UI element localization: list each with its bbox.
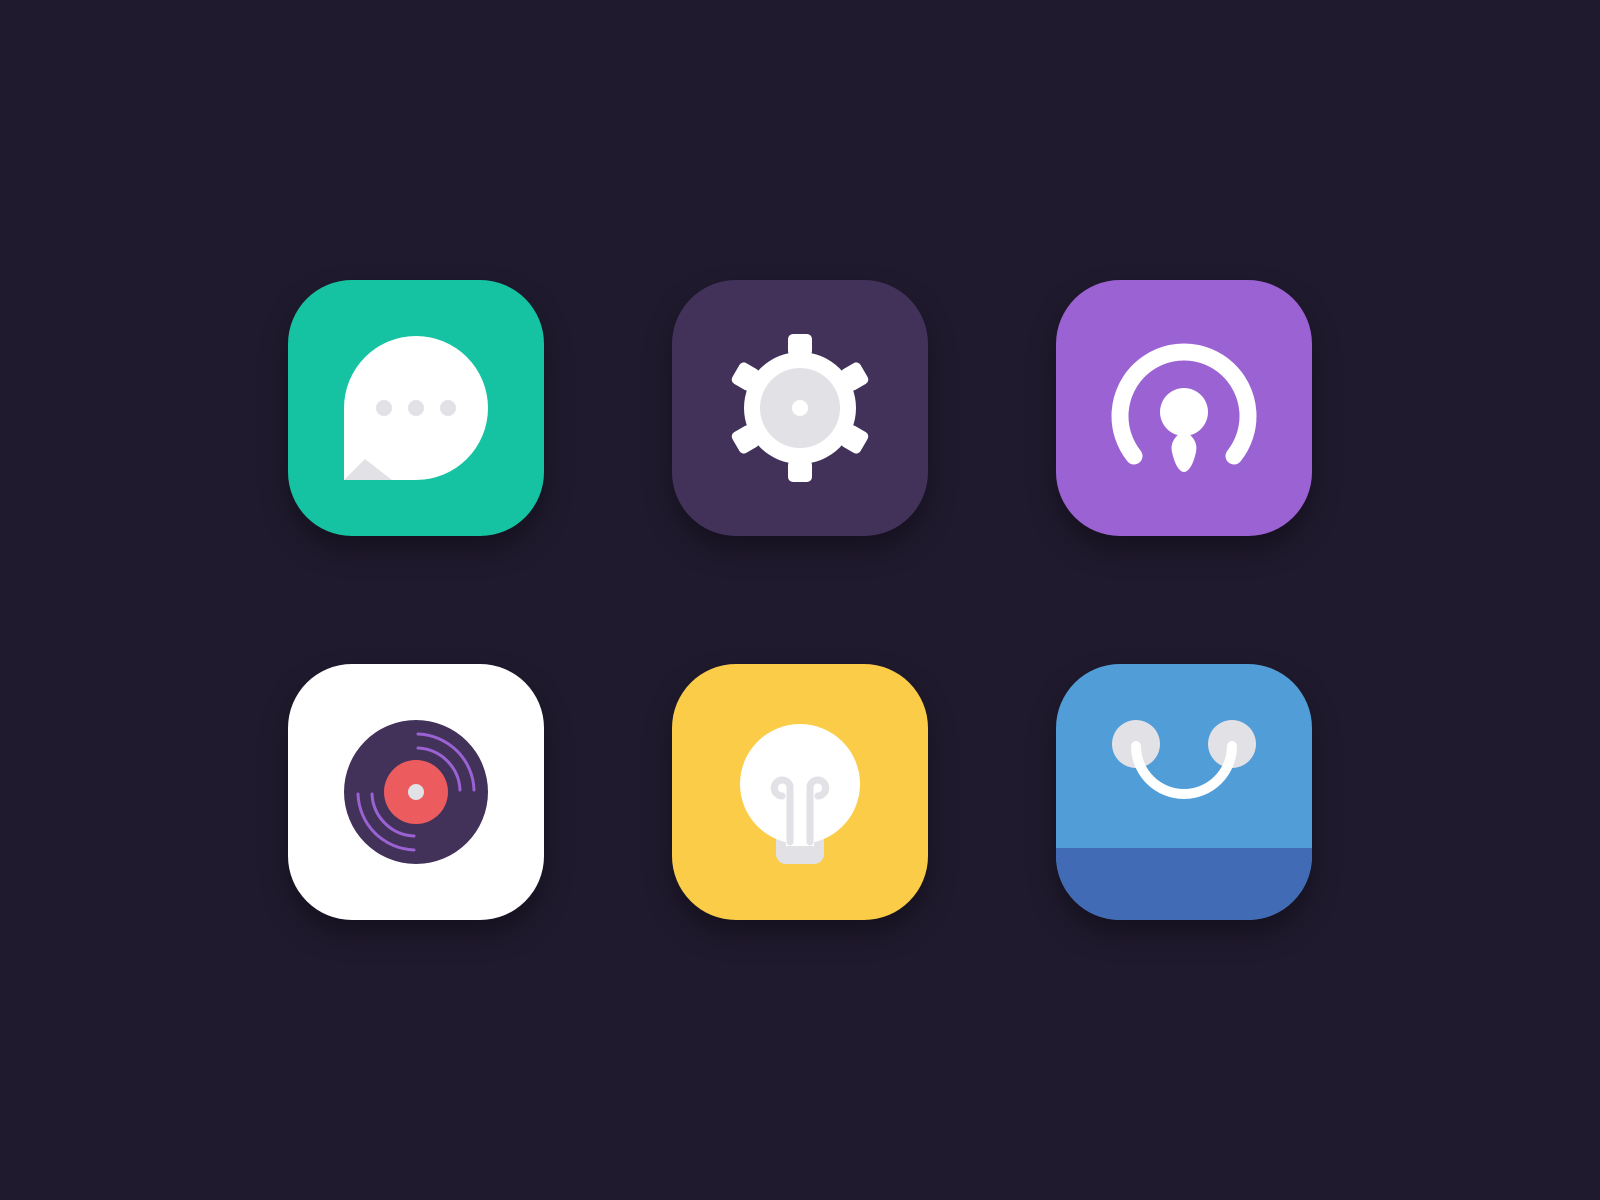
music-app-icon[interactable]	[288, 664, 544, 920]
speech-bubble-icon	[344, 336, 488, 480]
ideas-app-icon[interactable]	[672, 664, 928, 920]
podcast-app-icon[interactable]	[1056, 280, 1312, 536]
lightbulb-icon	[740, 724, 860, 864]
settings-app-icon[interactable]	[672, 280, 928, 536]
podcast-icon	[1111, 343, 1257, 472]
shopping-bag-icon	[1056, 720, 1312, 920]
vinyl-record-icon	[344, 720, 488, 864]
gear-icon	[731, 334, 869, 482]
store-app-icon[interactable]	[1056, 664, 1312, 920]
messages-app-icon[interactable]	[288, 280, 544, 536]
